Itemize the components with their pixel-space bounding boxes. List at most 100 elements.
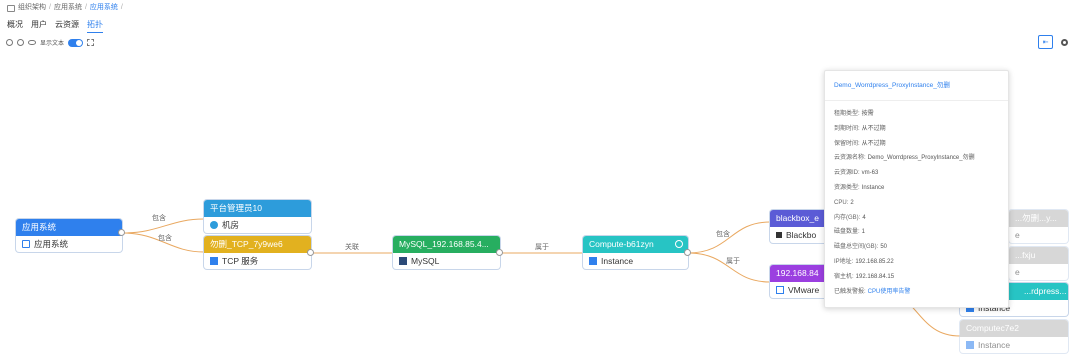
gear-icon[interactable] [675,240,683,248]
tooltip-row: 内存(GB): 4 [834,211,1008,226]
node-compute[interactable]: Compute-b61zyn Instance [583,236,688,269]
tooltip-value: 从不过期 [861,125,886,132]
tooltip-key: 已触发警报: [834,288,866,295]
node-body: 机房 [204,217,311,233]
node-title-text: Computec7e2 [966,323,1019,333]
alert-link[interactable]: CPU使用率告警 [868,289,911,295]
node-resource-2[interactable]: ...fxju e [1009,247,1068,280]
node-body: MySQL [393,253,500,269]
app-icon [22,240,30,248]
node-vmware[interactable]: 192.168.84 VMware [770,265,830,298]
node-title-text: 平台管理员10 [210,203,262,213]
tooltip-key: 到期时间: [834,125,860,132]
node-title: 192.168.84 [770,265,830,282]
tooltip-value: 1 [861,229,866,236]
tooltip-rows: 租期类型: 按需 到期时间: 从不过期 保留时间: 从不过期 云资源名称: Demo_Worr… [825,101,1008,299]
tooltip-row: 磁盘数量: 1 [834,225,1008,240]
vmware-icon [776,286,784,294]
instance-icon [589,257,597,265]
tooltip-row: 资源类型: Instance [834,181,1008,196]
tooltip-key: 磁盘总空间(GB): [834,244,879,251]
tooltip-row: CPU: 2 [834,196,1008,211]
tooltip-key: 内存(GB): [834,214,861,221]
node-platform-admin[interactable]: 平台管理员10 机房 [204,200,311,233]
mysql-icon [399,257,407,265]
node-title-text: blackbox_e [776,213,820,223]
node-resource-4[interactable]: Computec7e2 Instance [960,320,1068,353]
edge-label: 包含 [158,235,172,242]
tooltip-row: 云资源名称: Demo_Worrdpress_ProxyInstance_勿删 [834,151,1008,166]
tooltip-value: Instance [861,184,885,191]
node-body: TCP 服务 [204,253,311,269]
node-type: e [1015,267,1020,277]
node-title-text: 192.168.84 [776,268,819,278]
tooltip-key: IP地址: [834,258,854,265]
node-body: e [1009,264,1068,280]
node-title-text: ...fxju [1015,250,1036,260]
node-port[interactable] [118,229,125,236]
node-blackbox[interactable]: blackbox_e Blackbo [770,210,830,243]
instance-icon [966,341,974,349]
tooltip-value: 从不过期 [861,140,886,147]
node-title: MySQL_192.168.85.4... [393,236,500,253]
tooltip-row: 磁盘总空间(GB): 50 [834,240,1008,255]
tooltip-row: 租期类型: 按需 [834,107,1008,122]
node-title: ...fxju [1009,247,1068,264]
tooltip-value: 按需 [861,111,874,117]
node-resource-1[interactable]: ...勿删...y... e [1009,210,1068,243]
tooltip-key: 租期类型: [834,111,860,117]
node-title: Compute-b61zyn [583,236,688,253]
node-type: 机房 [222,220,240,230]
node-body: VMware [770,282,830,298]
node-type: MySQL [411,256,440,266]
node-type: e [1015,230,1020,240]
tooltip-value: 192.168.85.22 [855,258,894,265]
edge-label: 包含 [152,215,166,222]
node-title: 平台管理员10 [204,200,311,217]
blackbox-icon [776,232,782,238]
node-type: Instance [601,256,634,266]
node-type: 应用系统 [34,239,69,249]
node-title-text: ...rdpress... [1024,286,1067,296]
node-title-text: ...勿删...y... [1015,213,1057,223]
node-title-text: Compute-b61zyn [589,239,654,249]
tooltip-row: 已触发警报: CPU使用率告警 [834,285,1008,300]
node-tcp-service[interactable]: 勿删_TCP_7y9we6 TCP 服务 [204,236,311,269]
datacenter-icon [210,221,218,229]
node-title: blackbox_e [770,210,830,227]
tooltip-key: 资源类型: [834,184,860,191]
edge-label: 关联 [345,244,359,251]
node-title: 勿删_TCP_7y9we6 [204,236,311,253]
node-title-text: MySQL_192.168.85.4... [399,239,489,249]
tooltip-row: 宿主机: 192.168.84.15 [834,270,1008,285]
edge-label: 包含 [716,231,730,238]
node-body: 应用系统 [16,236,122,252]
node-title-text: 勿删_TCP_7y9we6 [210,239,283,249]
tooltip-title[interactable]: Demo_Worrdpress_ProxyInstance_勿删 [825,71,1008,101]
node-port[interactable] [496,249,503,256]
node-mysql[interactable]: MySQL_192.168.85.4... MySQL [393,236,500,269]
node-port[interactable] [307,249,314,256]
tooltip-value: 4 [862,214,866,221]
node-port[interactable] [684,249,691,256]
tooltip-value: Demo_Worrdpress_ProxyInstance_勿删 [867,155,975,162]
node-title: 应用系统 [16,219,122,236]
tooltip-value: 192.168.84.15 [855,273,895,280]
tooltip-row: IP地址: 192.168.85.22 [834,255,1008,270]
tooltip-row: 保留时间: 从不过期 [834,137,1008,152]
node-type: Blackbo [786,230,817,240]
node-type: TCP 服务 [222,256,259,266]
node-body: Instance [960,337,1068,353]
edge-label: 属于 [726,258,740,265]
tooltip-key: CPU: [834,199,849,206]
tooltip-key: 云资源ID: [834,170,860,177]
tooltip-row: 到期时间: 从不过期 [834,122,1008,137]
node-title-text: 应用系统 [22,222,57,232]
node-body: Blackbo [770,227,830,243]
node-type: VMware [788,285,820,295]
tooltip-key: 保留时间: [834,140,860,147]
tooltip-value: 50 [880,244,888,251]
tooltip-value: vm-63 [861,170,879,177]
node-app-system[interactable]: 应用系统 应用系统 [16,219,122,252]
node-title: Computec7e2 [960,320,1068,337]
